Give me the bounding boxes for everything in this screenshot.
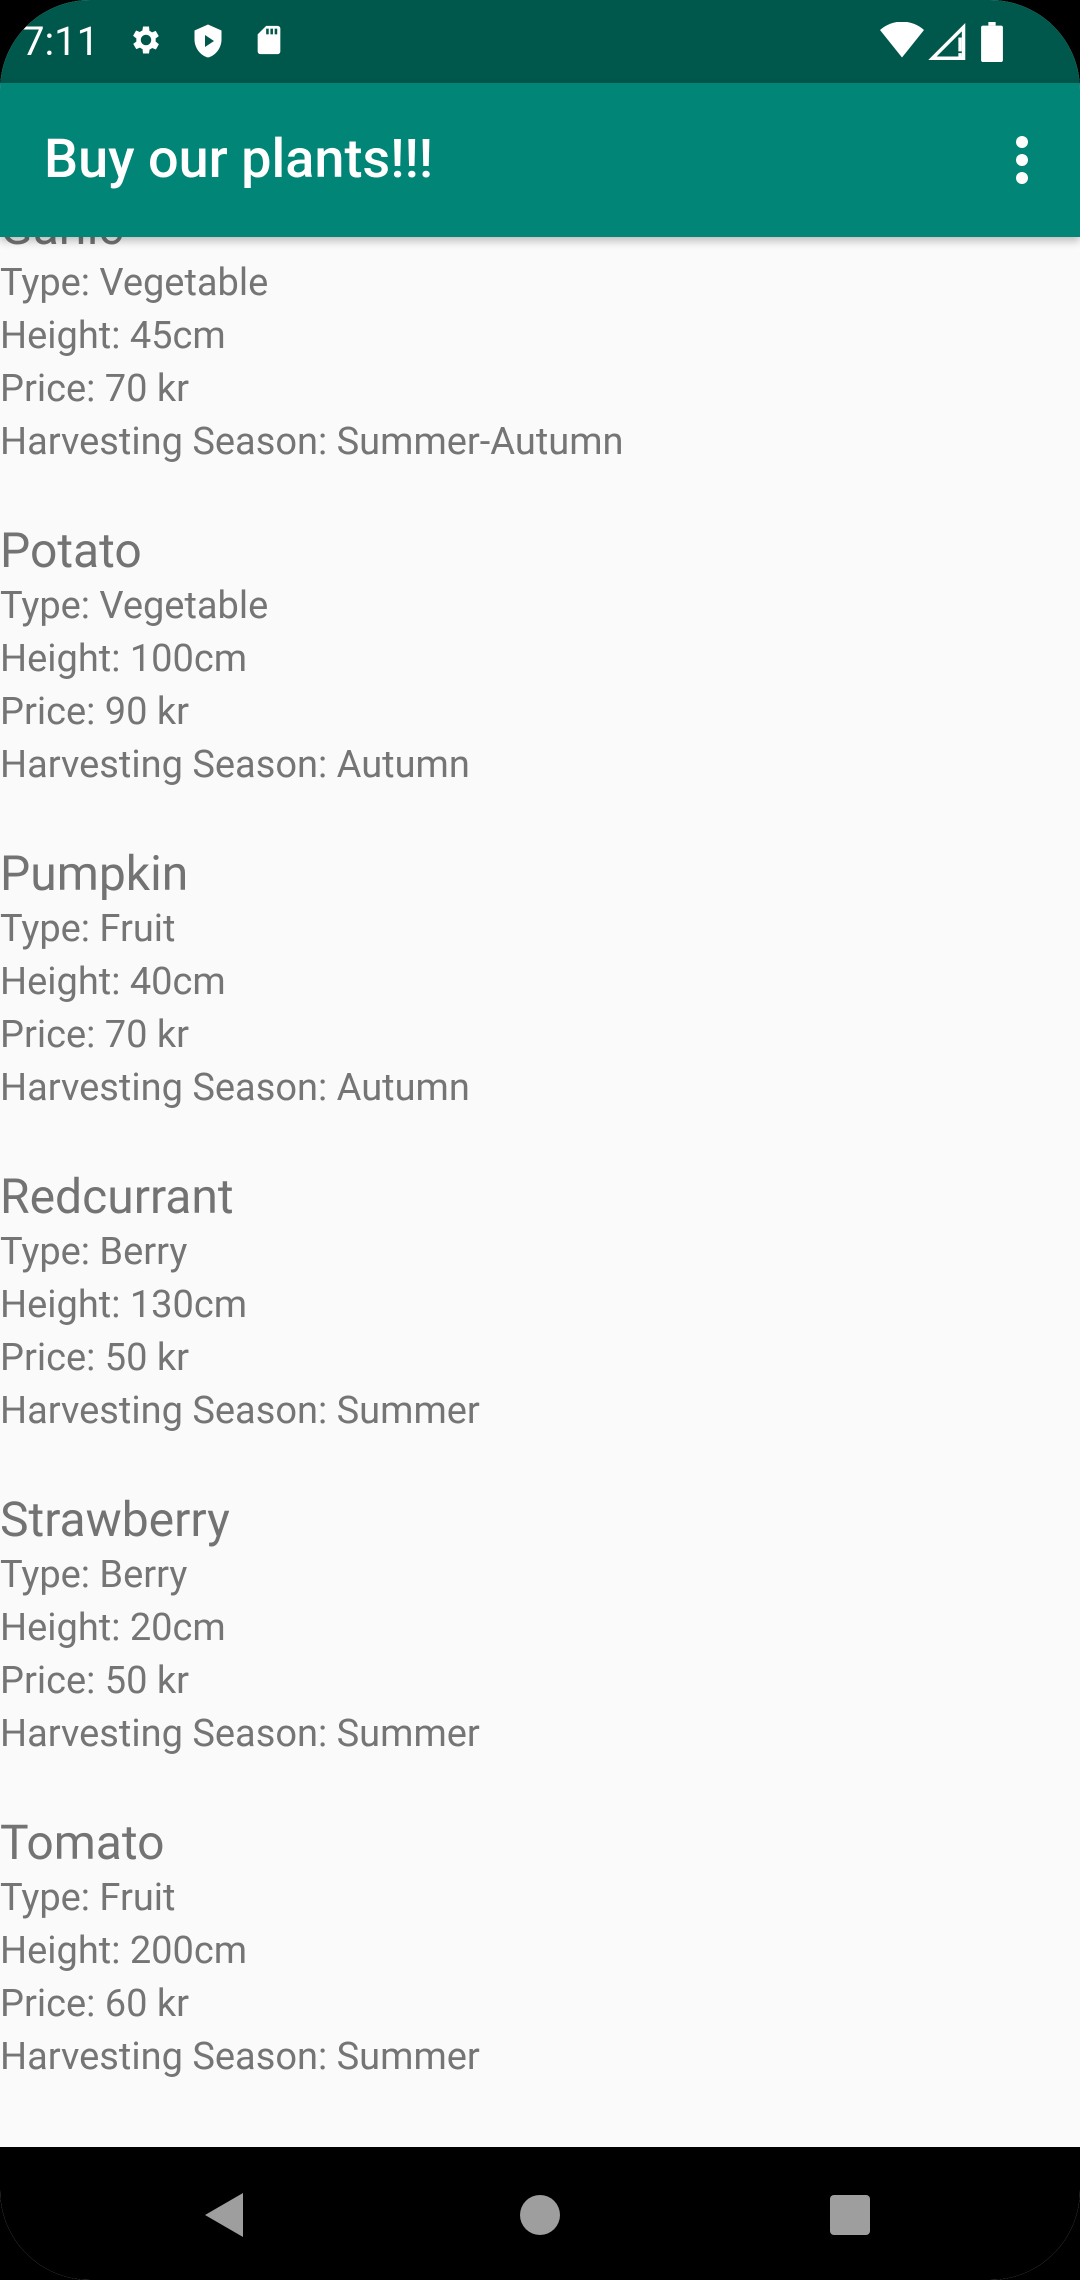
plant-price: Price: 70 kr bbox=[0, 367, 190, 411]
plant-name: Potato bbox=[0, 522, 142, 579]
plant-name: Garlic bbox=[0, 237, 1080, 257]
home-circle-icon[interactable] bbox=[520, 2195, 560, 2235]
list-item[interactable]: Tomato Type: Fruit Height: 200cm Price: … bbox=[0, 1814, 1080, 2137]
recents-square-icon[interactable] bbox=[830, 2195, 870, 2235]
plant-name: Tomato bbox=[0, 1814, 165, 1871]
plant-price: Price: 50 kr bbox=[0, 1659, 190, 1703]
plant-list: Garlic Type: Vegetable Height: 45cm Pric… bbox=[0, 237, 1080, 2137]
plant-price: Price: 50 kr bbox=[0, 1336, 190, 1380]
list-item[interactable]: Pumpkin Type: Fruit Height: 40cm Price: … bbox=[0, 845, 1080, 1168]
back-triangle-icon[interactable] bbox=[205, 2193, 243, 2237]
plant-name: Strawberry bbox=[0, 1491, 230, 1548]
plant-price: Price: 60 kr bbox=[0, 1982, 190, 2026]
battery-icon bbox=[980, 22, 1004, 66]
app-title: Buy our plants!!! bbox=[44, 128, 434, 191]
plant-price: Price: 70 kr bbox=[0, 1013, 190, 1057]
plant-type: Type: Fruit bbox=[0, 907, 176, 951]
shield-icon bbox=[190, 22, 226, 64]
plant-list-scroll[interactable]: Garlic Type: Vegetable Height: 45cm Pric… bbox=[0, 237, 1080, 2147]
plant-height: Height: 200cm bbox=[0, 1929, 248, 1973]
status-time: 7:11 bbox=[22, 18, 100, 65]
plant-height: Height: 130cm bbox=[0, 1283, 248, 1327]
wifi-icon bbox=[880, 21, 924, 64]
plant-height: Height: 45cm bbox=[0, 314, 226, 358]
navigation-bar bbox=[0, 2147, 1080, 2280]
phone-screen: 7:11 Buy our plants!!! Type: Vegetable H… bbox=[0, 0, 1080, 2280]
plant-name: Pumpkin bbox=[0, 845, 189, 902]
plant-type: Type: Berry bbox=[0, 1553, 188, 1597]
plant-season: Harvesting Season: Summer bbox=[0, 2035, 480, 2079]
status-bar: 7:11 bbox=[0, 0, 1080, 83]
plant-height: Height: 20cm bbox=[0, 1606, 226, 1650]
plant-type: Type: Vegetable bbox=[0, 584, 269, 628]
plant-height: Height: 40cm bbox=[0, 960, 226, 1004]
plant-season: Harvesting Season: Summer bbox=[0, 1712, 480, 1756]
list-item[interactable]: Garlic Type: Vegetable Height: 45cm Pric… bbox=[0, 237, 1080, 522]
list-item[interactable]: Strawberry Type: Berry Height: 20cm Pric… bbox=[0, 1491, 1080, 1814]
plant-price: Price: 90 kr bbox=[0, 690, 190, 734]
plant-season: Harvesting Season: Autumn bbox=[0, 1066, 470, 1110]
plant-season: Harvesting Season: Summer-Autumn bbox=[0, 420, 624, 464]
cell-signal-icon bbox=[928, 22, 968, 64]
list-item[interactable]: Potato Type: Vegetable Height: 100cm Pri… bbox=[0, 522, 1080, 845]
plant-season: Harvesting Season: Summer bbox=[0, 1389, 480, 1433]
plant-height: Height: 100cm bbox=[0, 637, 248, 681]
plant-type: Type: Berry bbox=[0, 1230, 188, 1274]
plant-type: Type: Fruit bbox=[0, 1876, 176, 1920]
more-vert-icon[interactable] bbox=[982, 120, 1062, 200]
plant-season: Harvesting Season: Autumn bbox=[0, 743, 470, 787]
plant-name: Redcurrant bbox=[0, 1168, 234, 1225]
gear-icon bbox=[128, 22, 164, 62]
app-bar: Buy our plants!!! bbox=[0, 83, 1080, 237]
plant-type: Type: Vegetable bbox=[0, 261, 269, 305]
list-item[interactable]: Redcurrant Type: Berry Height: 130cm Pri… bbox=[0, 1168, 1080, 1491]
sd-card-icon bbox=[252, 22, 286, 62]
